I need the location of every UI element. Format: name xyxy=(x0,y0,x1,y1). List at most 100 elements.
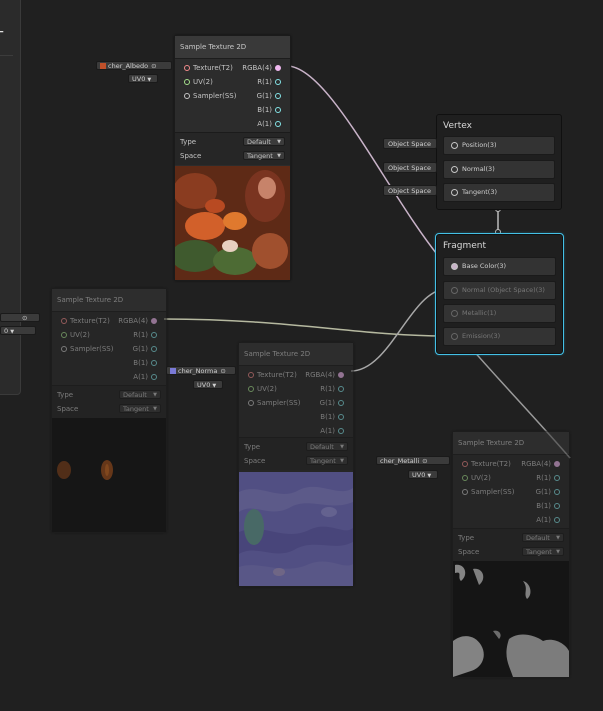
b-output-port[interactable]: B(1) xyxy=(536,500,563,512)
port-circle-icon[interactable] xyxy=(151,360,157,366)
uv-input-port[interactable]: UV(2) xyxy=(58,329,90,341)
port-circle-icon[interactable] xyxy=(151,374,157,380)
port-circle-icon[interactable] xyxy=(151,318,157,324)
rgba-output-port[interactable]: RGBA(4) xyxy=(521,458,563,470)
position-space-field[interactable]: Object Space xyxy=(383,138,437,149)
port-circle-icon[interactable] xyxy=(451,332,458,340)
tangent-space-field[interactable]: Object Space xyxy=(383,185,437,196)
node-title[interactable]: Sample Texture 2D xyxy=(52,289,166,312)
sampler-input-port[interactable]: Sampler(SS) xyxy=(58,343,113,355)
port-circle-icon[interactable] xyxy=(275,65,281,71)
port-circle-icon[interactable] xyxy=(554,517,560,523)
r-output-port[interactable]: R(1) xyxy=(257,76,284,88)
port-circle-icon[interactable] xyxy=(451,188,458,196)
port-circle-icon[interactable] xyxy=(554,503,560,509)
texture-input-port[interactable]: Texture(T2) xyxy=(245,369,297,381)
port-circle-icon[interactable] xyxy=(338,414,344,420)
object-picker-icon[interactable]: ⊙ xyxy=(22,314,27,322)
node-title[interactable]: Sample Texture 2D xyxy=(239,343,353,366)
normal-uv-field[interactable]: UV0 ▼ xyxy=(193,380,223,389)
port-circle-icon[interactable] xyxy=(275,121,281,127)
uv-input-port[interactable]: UV(2) xyxy=(181,76,213,88)
port-circle-icon[interactable] xyxy=(554,475,560,481)
type-dropdown[interactable]: Default ▼ xyxy=(243,137,285,146)
port-circle-icon[interactable] xyxy=(451,165,458,173)
port-circle-icon[interactable] xyxy=(451,286,458,294)
type-dropdown[interactable]: Default ▼ xyxy=(119,390,161,399)
node-title[interactable]: Sample Texture 2D xyxy=(175,36,290,59)
metallic-uv-field[interactable]: UV0 ▼ xyxy=(408,470,438,479)
port-circle-icon[interactable] xyxy=(151,346,157,352)
vertex-block-position[interactable]: Position(3) xyxy=(443,136,555,155)
albedo-uv-field[interactable]: UV0 ▼ xyxy=(128,74,158,83)
texture-input-port[interactable]: Texture(T2) xyxy=(181,62,233,74)
space-dropdown[interactable]: Tangent ▼ xyxy=(522,547,564,556)
g-output-port[interactable]: G(1) xyxy=(257,90,284,102)
fragment-block-normal[interactable]: Normal (Object Space)(3) xyxy=(443,281,556,300)
type-dropdown[interactable]: Default ▼ xyxy=(522,533,564,542)
a-output-port[interactable]: A(1) xyxy=(320,425,347,437)
port-circle-icon[interactable] xyxy=(462,489,468,495)
texture-input-port[interactable]: Texture(T2) xyxy=(459,458,511,470)
sampler-input-port[interactable]: Sampler(SS) xyxy=(245,397,300,409)
port-circle-icon[interactable] xyxy=(275,107,281,113)
g-output-port[interactable]: G(1) xyxy=(536,486,563,498)
uv-input-port[interactable]: UV(2) xyxy=(459,472,491,484)
texture-input-port[interactable]: Texture(T2) xyxy=(58,315,110,327)
space-dropdown[interactable]: Tangent ▼ xyxy=(243,151,285,160)
uv-input-port[interactable]: UV(2) xyxy=(245,383,277,395)
fragment-block-emission[interactable]: Emission(3) xyxy=(443,327,556,346)
port-circle-icon[interactable] xyxy=(184,79,190,85)
port-circle-icon[interactable] xyxy=(61,346,67,352)
port-circle-icon[interactable] xyxy=(248,372,254,378)
b-output-port[interactable]: B(1) xyxy=(133,357,160,369)
port-circle-icon[interactable] xyxy=(151,332,157,338)
node-title[interactable]: Sample Texture 2D xyxy=(453,432,569,455)
object-picker-icon[interactable]: ⊙ xyxy=(422,457,427,465)
sample-texture-node-normal[interactable]: Sample Texture 2D Texture(T2) UV(2) Samp… xyxy=(238,342,354,587)
sample-texture-node-left[interactable]: Sample Texture 2D Texture(T2) UV(2) Samp… xyxy=(51,288,167,533)
port-circle-icon[interactable] xyxy=(275,79,281,85)
port-circle-icon[interactable] xyxy=(451,141,458,149)
rgba-output-port[interactable]: RGBA(4) xyxy=(242,62,284,74)
vertex-block-tangent[interactable]: Tangent(3) xyxy=(443,183,555,202)
albedo-texture-field[interactable]: cher_Albedo ⊙ xyxy=(96,61,172,70)
port-circle-icon[interactable] xyxy=(248,400,254,406)
vertex-block-normal[interactable]: Normal(3) xyxy=(443,160,555,179)
fragment-context[interactable]: Fragment Base Color(3) Normal (Object Sp… xyxy=(435,233,564,355)
port-circle-icon[interactable] xyxy=(338,428,344,434)
port-circle-icon[interactable] xyxy=(61,318,67,324)
metallic-texture-field[interactable]: cher_Metalli ⊙ xyxy=(376,456,450,465)
rgba-output-port[interactable]: RGBA(4) xyxy=(118,315,160,327)
r-output-port[interactable]: R(1) xyxy=(133,329,160,341)
port-circle-icon[interactable] xyxy=(451,262,458,270)
fragment-block-base-color[interactable]: Base Color(3) xyxy=(443,257,556,276)
space-dropdown[interactable]: Tangent ▼ xyxy=(119,404,161,413)
port-circle-icon[interactable] xyxy=(338,400,344,406)
port-circle-icon[interactable] xyxy=(275,93,281,99)
a-output-port[interactable]: A(1) xyxy=(257,118,284,130)
space-dropdown[interactable]: Tangent ▼ xyxy=(306,456,348,465)
port-circle-icon[interactable] xyxy=(184,65,190,71)
port-circle-icon[interactable] xyxy=(248,386,254,392)
port-circle-icon[interactable] xyxy=(462,475,468,481)
port-circle-icon[interactable] xyxy=(451,309,458,317)
left-uv-field[interactable]: 0 ▼ xyxy=(0,326,36,335)
fragment-block-metallic[interactable]: Metallic(1) xyxy=(443,304,556,323)
plus-icon[interactable]: + xyxy=(0,25,5,39)
r-output-port[interactable]: R(1) xyxy=(536,472,563,484)
sampler-input-port[interactable]: Sampler(SS) xyxy=(181,90,236,102)
port-circle-icon[interactable] xyxy=(184,93,190,99)
a-output-port[interactable]: A(1) xyxy=(133,371,160,383)
object-picker-icon[interactable]: ⊙ xyxy=(220,367,225,375)
g-output-port[interactable]: G(1) xyxy=(133,343,160,355)
sample-texture-node-albedo[interactable]: Sample Texture 2D Texture(T2) UV(2) Samp… xyxy=(174,35,291,281)
normal-texture-field[interactable]: cher_Norma ⊙ xyxy=(166,366,236,375)
sampler-input-port[interactable]: Sampler(SS) xyxy=(459,486,514,498)
normal-space-field[interactable]: Object Space xyxy=(383,162,437,173)
port-circle-icon[interactable] xyxy=(554,461,560,467)
left-texture-field[interactable]: ⊙ xyxy=(0,313,40,322)
b-output-port[interactable]: B(1) xyxy=(320,411,347,423)
rgba-output-port[interactable]: RGBA(4) xyxy=(305,369,347,381)
port-circle-icon[interactable] xyxy=(462,461,468,467)
